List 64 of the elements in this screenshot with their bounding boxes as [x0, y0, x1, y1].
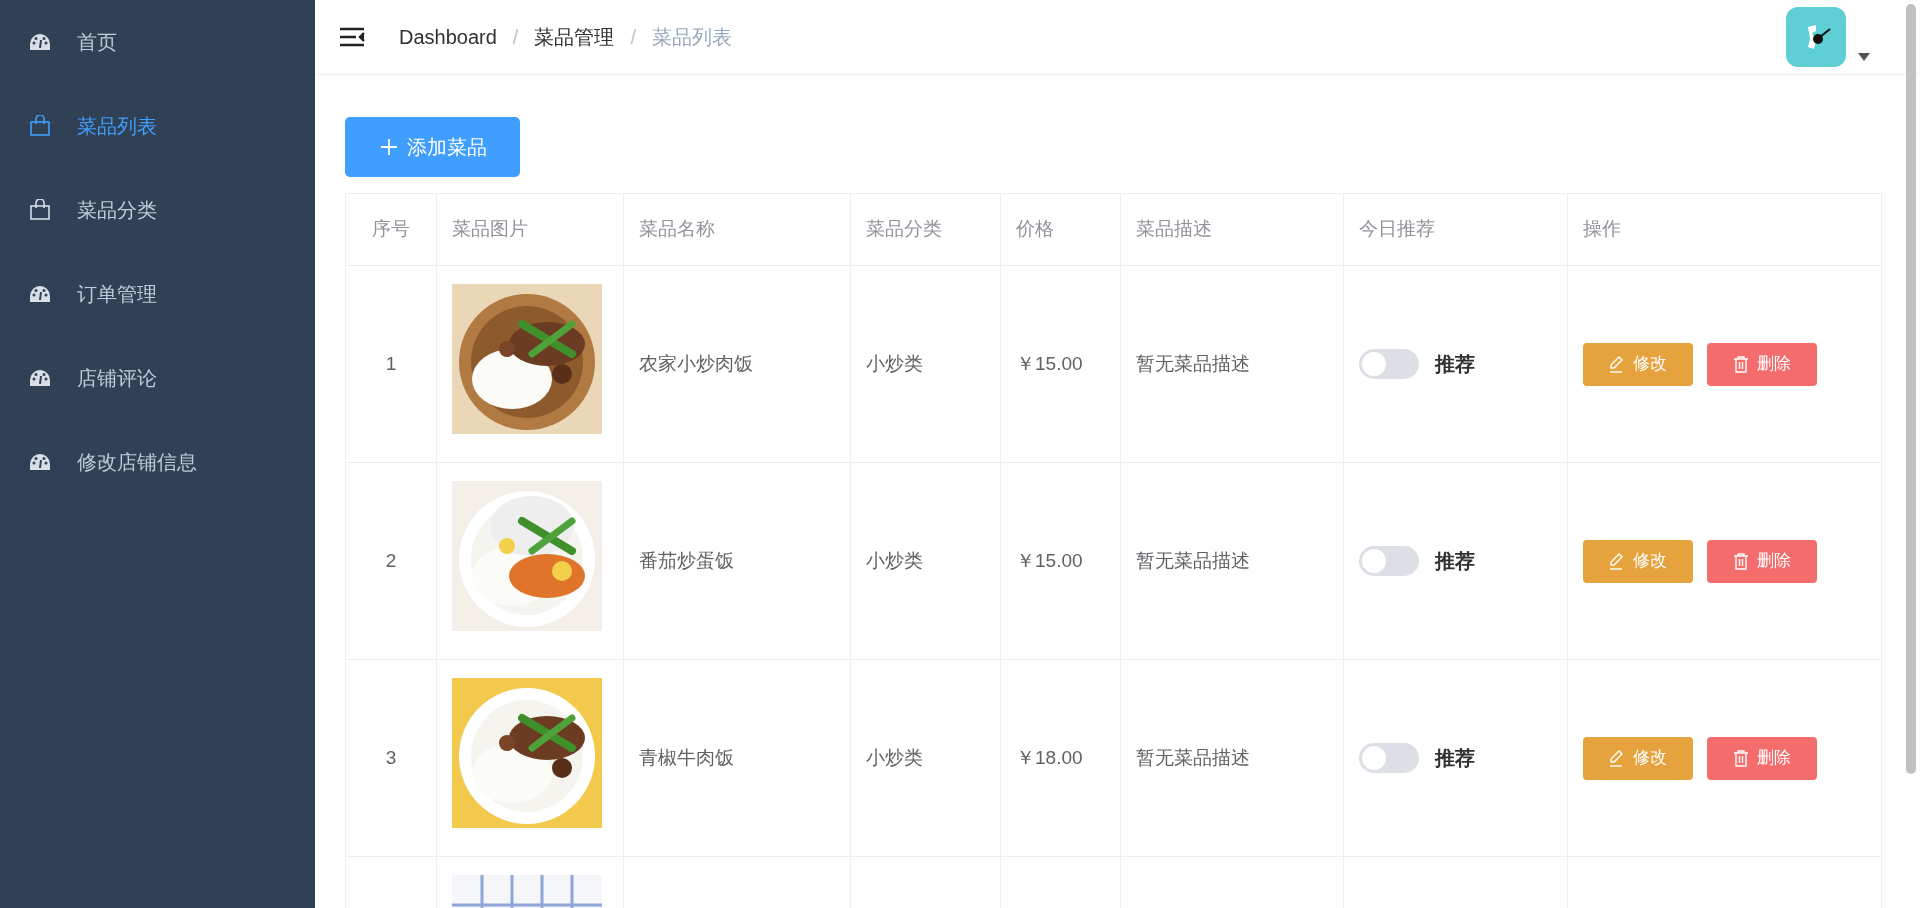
breadcrumb-item[interactable]: Dashboard	[399, 21, 497, 52]
column-header: 今日推荐	[1359, 217, 1435, 242]
pencil-icon	[1609, 749, 1625, 767]
plus-icon	[378, 137, 399, 157]
trash-icon	[1733, 552, 1749, 570]
table-cell-text: 暂无菜品描述	[1136, 745, 1250, 770]
breadcrumb-separator: /	[630, 24, 636, 50]
shopping-bag-icon	[29, 199, 51, 221]
sidebar-item[interactable]: 首页	[0, 0, 315, 84]
breadcrumb-item[interactable]: 菜品管理	[534, 21, 615, 52]
pencil-icon	[1609, 355, 1625, 373]
breadcrumb-separator: /	[512, 24, 519, 50]
switch-label: 推荐	[1435, 549, 1475, 574]
table-cell-text: 小炒类	[866, 548, 923, 573]
sidebar-item[interactable]: 菜品列表	[0, 84, 315, 168]
table-cell-text: ￥15.00	[1016, 351, 1083, 376]
switch-label: 推荐	[1435, 746, 1475, 771]
table-cell-text: 暂无菜品描述	[1136, 351, 1250, 376]
edit-button[interactable]: 修改	[1583, 342, 1693, 386]
user-avatar[interactable]	[1786, 6, 1846, 67]
recommend-switch[interactable]	[1359, 349, 1419, 379]
table-cell-text: 小炒类	[866, 351, 923, 376]
gauge-icon	[29, 453, 51, 471]
column-header: 菜品描述	[1136, 217, 1212, 242]
column-header: 菜品分类	[866, 217, 942, 242]
table-cell-text: 2	[385, 548, 397, 573]
delete-button[interactable]: 删除	[1707, 736, 1817, 780]
column-header: 操作	[1583, 217, 1621, 242]
menu-fold-icon[interactable]	[339, 25, 365, 48]
gauge-icon	[29, 285, 51, 303]
shopping-bag-icon	[29, 115, 51, 137]
column-header: 价格	[1016, 217, 1054, 242]
sidebar-item[interactable]: 修改店铺信息	[0, 420, 315, 504]
table-cell-text: ￥18.00	[1016, 745, 1083, 770]
table-cell-text: 3	[385, 745, 397, 770]
delete-button[interactable]: 删除	[1707, 539, 1817, 583]
caret-down-icon[interactable]	[1858, 52, 1870, 61]
recommend-switch[interactable]	[1359, 546, 1419, 576]
pencil-icon	[1609, 552, 1625, 570]
table-cell-text: 农家小炒肉饭	[639, 351, 753, 376]
gauge-icon	[29, 369, 51, 387]
sidebar-item[interactable]: 订单管理	[0, 252, 315, 336]
edit-button[interactable]: 修改	[1583, 539, 1693, 583]
scrollbar[interactable]	[1906, 4, 1916, 774]
trash-icon	[1733, 355, 1749, 373]
delete-button[interactable]: 删除	[1707, 342, 1817, 386]
table-cell-text: 番茄炒蛋饭	[639, 548, 734, 573]
sidebar-item[interactable]: 菜品分类	[0, 168, 315, 252]
breadcrumb-item: 菜品列表	[651, 24, 732, 50]
column-header: 序号	[372, 217, 410, 242]
column-header: 菜品名称	[639, 217, 715, 242]
column-header: 菜品图片	[452, 217, 528, 242]
gauge-icon	[29, 33, 51, 51]
add-dish-button[interactable]: 添加菜品	[345, 117, 520, 177]
table-cell-text: 1	[385, 351, 397, 376]
sidebar-item[interactable]: 店铺评论	[0, 336, 315, 420]
table-cell-text: ￥15.00	[1016, 548, 1083, 573]
trash-icon	[1733, 749, 1749, 767]
table-cell-text: 小炒类	[866, 745, 923, 770]
edit-button[interactable]: 修改	[1583, 736, 1693, 780]
switch-label: 推荐	[1435, 352, 1475, 377]
recommend-switch[interactable]	[1359, 743, 1419, 773]
table-cell-text: 青椒牛肉饭	[639, 745, 734, 770]
table-cell-text: 暂无菜品描述	[1136, 548, 1250, 573]
